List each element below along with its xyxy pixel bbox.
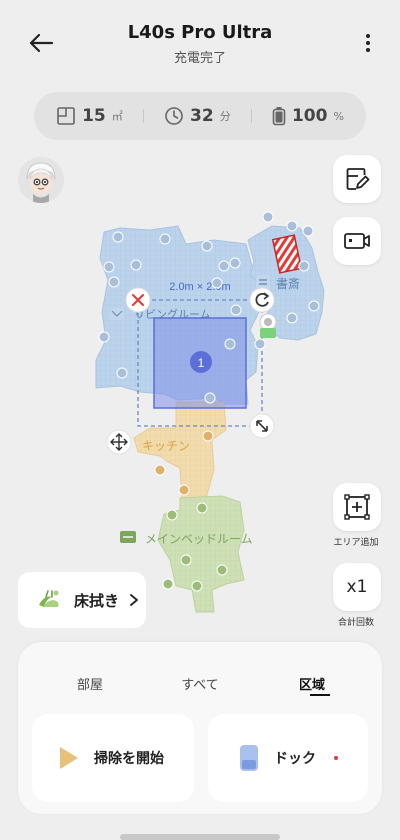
- zone-delete-handle[interactable]: [125, 287, 151, 313]
- clock-icon: [165, 107, 183, 125]
- battery-stat: 100 %: [272, 106, 344, 126]
- tab-all[interactable]: すべて: [170, 674, 230, 693]
- tab-zone[interactable]: 区域: [282, 674, 342, 693]
- stats-bar: 15 ㎡ 32 分 100 %: [34, 92, 366, 140]
- dock-button[interactable]: ドック: [208, 714, 368, 802]
- mop-mode-card[interactable]: 床拭き: [18, 572, 146, 628]
- active-tab-indicator: [310, 694, 330, 696]
- time-unit: 分: [219, 110, 231, 123]
- divider: [250, 109, 252, 123]
- area-value: 15: [82, 106, 106, 126]
- zone-number: 1: [198, 356, 205, 370]
- home-indicator: [120, 834, 280, 840]
- avatar[interactable]: [18, 157, 64, 203]
- status-text: 充電完了: [173, 51, 226, 66]
- chevron-right-icon: [130, 594, 138, 606]
- dock-icon: [240, 745, 258, 771]
- svg-text:書斎: 書斎: [276, 276, 300, 291]
- battery-value: 100: [291, 106, 328, 126]
- zone-move-handle[interactable]: [106, 429, 132, 455]
- more-dots-icon: [366, 34, 370, 38]
- zone-resize-handle[interactable]: [249, 413, 275, 439]
- battery-icon: [272, 107, 286, 126]
- page-title: L40s Pro Ultra: [127, 22, 273, 43]
- battery-unit: %: [333, 109, 344, 123]
- kitchen-label: キッチン: [142, 439, 190, 453]
- start-cleaning-label: 掃除を開始: [94, 751, 164, 767]
- robot-marker: [259, 313, 277, 338]
- area-unit: ㎡: [111, 110, 123, 123]
- svg-text:メインベッドルーム: メインベッドルーム: [145, 532, 253, 546]
- edit-map-button[interactable]: [333, 155, 381, 203]
- play-icon: [60, 747, 78, 769]
- mop-icon: [39, 590, 59, 607]
- area-icon: [57, 107, 75, 125]
- avatar-robot-icon: [18, 157, 64, 203]
- tab-rooms[interactable]: 部屋: [60, 674, 120, 693]
- time-value: 32: [190, 106, 214, 126]
- mop-label: 床拭き: [74, 591, 120, 610]
- more-options-button[interactable]: [358, 30, 378, 56]
- bottom-panel: 部屋 すべて 区域 掃除を開始 ドック: [18, 642, 382, 814]
- dock-notification-dot: [334, 756, 338, 760]
- start-cleaning-button[interactable]: 掃除を開始: [32, 714, 194, 802]
- floor-map[interactable]: 1 2.0m × 2.0m 書斎 リビングルーム キッチン メインベッドルーム: [0, 200, 400, 620]
- zone-rotate-handle[interactable]: [249, 287, 275, 313]
- area-stat: 15 ㎡: [56, 106, 123, 126]
- edit-document-icon: [346, 168, 370, 190]
- time-stat: 32 分: [164, 106, 231, 126]
- bedroom-label: メインベッドルーム: [120, 531, 253, 546]
- dock-label: ドック: [274, 751, 316, 767]
- svg-text:キッチン: キッチン: [142, 439, 190, 453]
- divider: [142, 109, 144, 123]
